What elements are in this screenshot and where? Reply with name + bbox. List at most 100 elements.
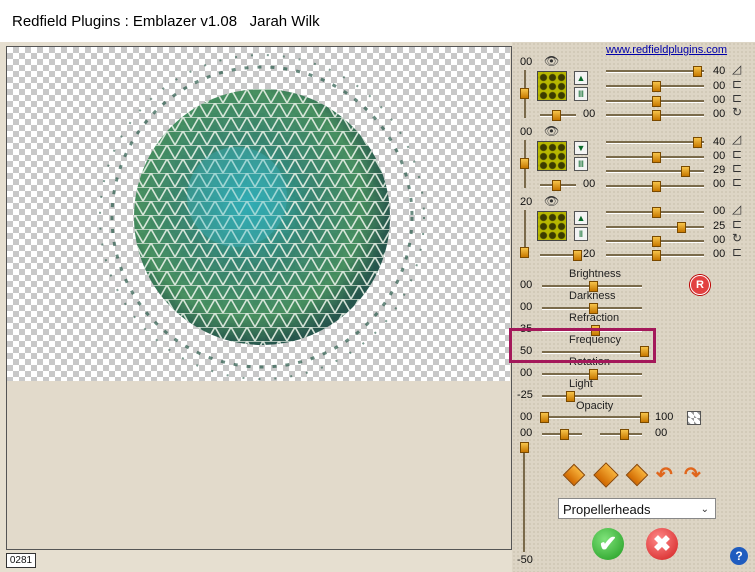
- shape-icon[interactable]: ⊏: [732, 217, 742, 231]
- shape-icon[interactable]: ⊏: [732, 245, 742, 259]
- master-vertical-slider[interactable]: [523, 442, 525, 552]
- layer2-slider1-knob[interactable]: [693, 137, 702, 148]
- layer1-slider1[interactable]: [606, 70, 704, 73]
- eye-icon[interactable]: 👁: [544, 124, 559, 138]
- layer2-slider4-knob[interactable]: [652, 181, 661, 192]
- opacity-max-knob[interactable]: [640, 412, 649, 423]
- zoom-indicator: 0281: [6, 553, 36, 568]
- layer2-bottom-value: 00: [583, 178, 596, 190]
- extra-right-knob[interactable]: [620, 429, 629, 440]
- layer3-bottom-slider[interactable]: [540, 254, 576, 257]
- shape-icon[interactable]: ⊏: [732, 175, 742, 189]
- eye-icon[interactable]: 👁: [544, 54, 559, 68]
- opacity-slider[interactable]: [542, 416, 648, 419]
- opacity-max-value: 100: [655, 411, 674, 423]
- triangle-icon[interactable]: ◿: [732, 62, 741, 76]
- vertical-bottom-value: -50: [517, 554, 533, 566]
- layer2-slider3-knob[interactable]: [681, 166, 690, 177]
- layer3-slider1-knob[interactable]: [652, 207, 661, 218]
- layer1-bottom-knob[interactable]: [552, 110, 561, 121]
- layer1-top-value: 00: [520, 56, 533, 68]
- light-knob[interactable]: [566, 391, 575, 402]
- layer3-mode-up-button[interactable]: ▲: [574, 211, 588, 225]
- shape-icon[interactable]: ⊏: [732, 77, 742, 91]
- frequency-highlight-box: [509, 328, 656, 363]
- emblazer-sphere-image: [99, 54, 425, 380]
- layer3-bottom-value: 20: [583, 248, 596, 260]
- layer1-value2: 00: [713, 80, 726, 92]
- preset-selected-label: Propellerheads: [563, 502, 651, 517]
- website-link[interactable]: www.redfieldplugins.com: [606, 44, 727, 56]
- preview-canvas[interactable]: [7, 47, 510, 381]
- preset-dropdown[interactable]: Propellerheads ⌄: [558, 498, 716, 519]
- layer1-pattern-swatch[interactable]: [537, 71, 567, 101]
- layer3-pattern-swatch[interactable]: [537, 211, 567, 241]
- layer1-slider3-knob[interactable]: [652, 96, 661, 107]
- transparency-toggle[interactable]: [687, 411, 701, 425]
- layer2-value1: 40: [713, 136, 726, 148]
- ok-button[interactable]: ✔: [592, 528, 624, 560]
- layer3-top-value: 20: [520, 196, 533, 208]
- layer1-value4: 00: [713, 108, 726, 120]
- layer1-slider4-knob[interactable]: [652, 110, 661, 121]
- help-button[interactable]: ?: [730, 547, 748, 565]
- layer2-value3: 29: [713, 164, 726, 176]
- preview-area[interactable]: [6, 46, 512, 550]
- layer2-top-value: 00: [520, 126, 533, 138]
- brightness-value: 00: [520, 279, 533, 291]
- layer1-value3: 00: [713, 94, 726, 106]
- opacity-min-knob[interactable]: [540, 412, 549, 423]
- triangle-icon[interactable]: ◿: [732, 202, 741, 216]
- layer2-slider2-knob[interactable]: [652, 152, 661, 163]
- darkness-label: Darkness: [569, 290, 616, 302]
- opacity-label: Opacity: [576, 400, 614, 412]
- layer3-mode-bars-button[interactable]: Ⅱ: [574, 227, 588, 241]
- refraction-label: Refraction: [569, 312, 620, 324]
- layer2-bottom-knob[interactable]: [552, 180, 561, 191]
- rotation-value: 00: [520, 367, 533, 379]
- layer3-vertical-knob[interactable]: [520, 247, 529, 258]
- layer2-mode-down-button[interactable]: ▼: [574, 141, 588, 155]
- layer3-value2: 25: [713, 220, 726, 232]
- shape-icon[interactable]: ⊏: [732, 147, 742, 161]
- layer3-slider3-knob[interactable]: [652, 236, 661, 247]
- undo-arrow-icon[interactable]: ↶: [656, 462, 673, 487]
- extra-left-knob[interactable]: [560, 429, 569, 440]
- layer2-pattern-swatch[interactable]: [537, 141, 567, 171]
- layer1-slider1-knob[interactable]: [693, 66, 702, 77]
- reset-badge[interactable]: R: [690, 275, 710, 295]
- redo-arrow-icon[interactable]: ↷: [684, 462, 701, 487]
- extra-right-value: 00: [655, 427, 668, 439]
- light-label: Light: [569, 378, 593, 390]
- layer1-vertical-knob[interactable]: [520, 88, 529, 99]
- layer3-slider2[interactable]: [606, 226, 704, 229]
- extra-left-value: 00: [520, 427, 533, 439]
- layer3-slider2-knob[interactable]: [677, 222, 686, 233]
- layer1-bottom-value: 00: [583, 108, 596, 120]
- layer3-bottom-knob[interactable]: [573, 250, 582, 261]
- layer2-value4: 00: [713, 178, 726, 190]
- cancel-button[interactable]: ✖: [646, 528, 678, 560]
- master-vertical-knob[interactable]: [520, 442, 529, 453]
- brightness-label: Brightness: [569, 268, 621, 280]
- triangle-icon[interactable]: ◿: [732, 132, 741, 146]
- layer3-slider4-knob[interactable]: [652, 250, 661, 261]
- darkness-value: 00: [520, 301, 533, 313]
- layer3-value1: 00: [713, 205, 726, 217]
- layer1-mode-bars-button[interactable]: Ⅲ: [574, 87, 588, 101]
- layer2-mode-bars-button[interactable]: Ⅲ: [574, 157, 588, 171]
- light-value: -25: [517, 389, 533, 401]
- title-bar: Redfield Plugins : Emblazer v1.08 Jarah …: [0, 0, 755, 43]
- opacity-value: 00: [520, 411, 533, 423]
- shape-icon[interactable]: ⊏: [732, 91, 742, 105]
- rotate-icon[interactable]: ↻: [732, 105, 742, 119]
- layer2-vertical-knob[interactable]: [520, 158, 529, 169]
- light-slider[interactable]: [542, 395, 642, 398]
- layer1-slider2-knob[interactable]: [652, 81, 661, 92]
- rotate-icon[interactable]: ↻: [732, 231, 742, 245]
- layer1-mode-up-button[interactable]: ▲: [574, 71, 588, 85]
- layer2-slider1[interactable]: [606, 141, 704, 144]
- eye-icon[interactable]: 👁: [544, 194, 559, 208]
- layer3-value4: 00: [713, 248, 726, 260]
- shape-icon[interactable]: ⊏: [732, 161, 742, 175]
